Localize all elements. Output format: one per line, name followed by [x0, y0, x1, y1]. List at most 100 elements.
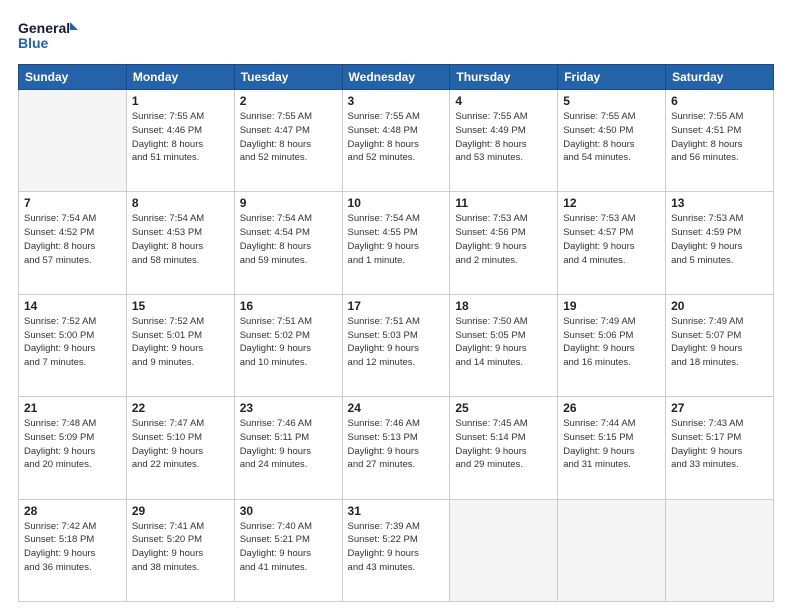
- calendar-cell: 22 Sunrise: 7:47 AM Sunset: 5:10 PM Dayli…: [126, 397, 234, 499]
- logo-svg: General Blue: [18, 18, 78, 54]
- day-info: Sunrise: 7:43 AM Sunset: 5:17 PM Dayligh…: [671, 417, 768, 472]
- day-number: 30: [240, 504, 337, 518]
- day-number: 11: [455, 196, 552, 210]
- header: General Blue: [18, 18, 774, 54]
- week-row-2: 7 Sunrise: 7:54 AM Sunset: 4:52 PM Daylig…: [19, 192, 774, 294]
- day-number: 28: [24, 504, 121, 518]
- day-number: 7: [24, 196, 121, 210]
- weekday-header-tuesday: Tuesday: [234, 65, 342, 90]
- calendar-cell: 8 Sunrise: 7:54 AM Sunset: 4:53 PM Daylig…: [126, 192, 234, 294]
- calendar-cell: [450, 499, 558, 601]
- day-info: Sunrise: 7:55 AM Sunset: 4:48 PM Dayligh…: [348, 110, 445, 165]
- day-number: 27: [671, 401, 768, 415]
- day-info: Sunrise: 7:55 AM Sunset: 4:46 PM Dayligh…: [132, 110, 229, 165]
- calendar-cell: 9 Sunrise: 7:54 AM Sunset: 4:54 PM Daylig…: [234, 192, 342, 294]
- calendar-cell: 24 Sunrise: 7:46 AM Sunset: 5:13 PM Dayli…: [342, 397, 450, 499]
- calendar-cell: 4 Sunrise: 7:55 AM Sunset: 4:49 PM Daylig…: [450, 90, 558, 192]
- calendar-cell: 17 Sunrise: 7:51 AM Sunset: 5:03 PM Dayli…: [342, 294, 450, 396]
- calendar-cell: 18Sunrise: 7:50 AM Sunset: 5:05 PM Dayli…: [450, 294, 558, 396]
- weekday-header-monday: Monday: [126, 65, 234, 90]
- calendar-cell: [19, 90, 127, 192]
- calendar-cell: 20 Sunrise: 7:49 AM Sunset: 5:07 PM Dayli…: [666, 294, 774, 396]
- day-number: 24: [348, 401, 445, 415]
- day-number: 17: [348, 299, 445, 313]
- day-info: Sunrise: 7:39 AM Sunset: 5:22 PM Dayligh…: [348, 520, 445, 575]
- day-info: Sunrise: 7:55 AM Sunset: 4:47 PM Dayligh…: [240, 110, 337, 165]
- calendar-cell: 16 Sunrise: 7:51 AM Sunset: 5:02 PM Dayli…: [234, 294, 342, 396]
- day-info: Sunrise: 7:55 AM Sunset: 4:51 PM Dayligh…: [671, 110, 768, 165]
- day-number: 16: [240, 299, 337, 313]
- day-number: 15: [132, 299, 229, 313]
- day-number: 1: [132, 94, 229, 108]
- calendar-cell: 21 Sunrise: 7:48 AM Sunset: 5:09 PM Dayli…: [19, 397, 127, 499]
- day-info: Sunrise: 7:55 AM Sunset: 4:49 PM Dayligh…: [455, 110, 552, 165]
- weekday-header-sunday: Sunday: [19, 65, 127, 90]
- weekday-header-wednesday: Wednesday: [342, 65, 450, 90]
- day-number: 10: [348, 196, 445, 210]
- calendar-page: General Blue SundayMondayTuesdayWednesda…: [0, 0, 792, 612]
- day-number: 19: [563, 299, 660, 313]
- calendar-cell: 23 Sunrise: 7:46 AM Sunset: 5:11 PM Dayli…: [234, 397, 342, 499]
- day-number: 3: [348, 94, 445, 108]
- calendar-cell: 1 Sunrise: 7:55 AM Sunset: 4:46 PM Daylig…: [126, 90, 234, 192]
- day-number: 31: [348, 504, 445, 518]
- day-info: Sunrise: 7:41 AM Sunset: 5:20 PM Dayligh…: [132, 520, 229, 575]
- calendar-cell: 12 Sunrise: 7:53 AM Sunset: 4:57 PM Dayli…: [558, 192, 666, 294]
- calendar-cell: 10 Sunrise: 7:54 AM Sunset: 4:55 PM Dayli…: [342, 192, 450, 294]
- day-info: Sunrise: 7:49 AM Sunset: 5:06 PM Dayligh…: [563, 315, 660, 370]
- day-info: Sunrise: 7:51 AM Sunset: 5:03 PM Dayligh…: [348, 315, 445, 370]
- calendar-cell: 6 Sunrise: 7:55 AM Sunset: 4:51 PM Daylig…: [666, 90, 774, 192]
- day-info: Sunrise: 7:46 AM Sunset: 5:11 PM Dayligh…: [240, 417, 337, 472]
- calendar-cell: 31 Sunrise: 7:39 AM Sunset: 5:22 PM Dayli…: [342, 499, 450, 601]
- calendar-cell: 28Sunrise: 7:42 AM Sunset: 5:18 PM Dayli…: [19, 499, 127, 601]
- day-info: Sunrise: 7:54 AM Sunset: 4:53 PM Dayligh…: [132, 212, 229, 267]
- day-number: 29: [132, 504, 229, 518]
- day-number: 6: [671, 94, 768, 108]
- weekday-header-row: SundayMondayTuesdayWednesdayThursdayFrid…: [19, 65, 774, 90]
- day-info: Sunrise: 7:40 AM Sunset: 5:21 PM Dayligh…: [240, 520, 337, 575]
- day-number: 8: [132, 196, 229, 210]
- calendar-cell: 26Sunrise: 7:44 AM Sunset: 5:15 PM Dayli…: [558, 397, 666, 499]
- week-row-4: 21 Sunrise: 7:48 AM Sunset: 5:09 PM Dayli…: [19, 397, 774, 499]
- day-number: 25: [455, 401, 552, 415]
- calendar-cell: 15 Sunrise: 7:52 AM Sunset: 5:01 PM Dayli…: [126, 294, 234, 396]
- day-number: 5: [563, 94, 660, 108]
- day-number: 18: [455, 299, 552, 313]
- day-info: Sunrise: 7:55 AM Sunset: 4:50 PM Dayligh…: [563, 110, 660, 165]
- week-row-3: 14 Sunrise: 7:52 AM Sunset: 5:00 PM Dayli…: [19, 294, 774, 396]
- day-info: Sunrise: 7:54 AM Sunset: 4:54 PM Dayligh…: [240, 212, 337, 267]
- day-number: 20: [671, 299, 768, 313]
- calendar-cell: 14 Sunrise: 7:52 AM Sunset: 5:00 PM Dayli…: [19, 294, 127, 396]
- day-number: 21: [24, 401, 121, 415]
- calendar-cell: 7 Sunrise: 7:54 AM Sunset: 4:52 PM Daylig…: [19, 192, 127, 294]
- svg-text:Blue: Blue: [18, 35, 49, 51]
- day-info: Sunrise: 7:48 AM Sunset: 5:09 PM Dayligh…: [24, 417, 121, 472]
- day-info: Sunrise: 7:54 AM Sunset: 4:55 PM Dayligh…: [348, 212, 445, 267]
- calendar-cell: 2Sunrise: 7:55 AM Sunset: 4:47 PM Daylig…: [234, 90, 342, 192]
- day-number: 14: [24, 299, 121, 313]
- day-number: 4: [455, 94, 552, 108]
- week-row-5: 28Sunrise: 7:42 AM Sunset: 5:18 PM Dayli…: [19, 499, 774, 601]
- calendar-cell: 5 Sunrise: 7:55 AM Sunset: 4:50 PM Daylig…: [558, 90, 666, 192]
- day-info: Sunrise: 7:51 AM Sunset: 5:02 PM Dayligh…: [240, 315, 337, 370]
- day-number: 23: [240, 401, 337, 415]
- day-info: Sunrise: 7:45 AM Sunset: 5:14 PM Dayligh…: [455, 417, 552, 472]
- day-info: Sunrise: 7:52 AM Sunset: 5:01 PM Dayligh…: [132, 315, 229, 370]
- calendar-cell: 11Sunrise: 7:53 AM Sunset: 4:56 PM Dayli…: [450, 192, 558, 294]
- day-info: Sunrise: 7:44 AM Sunset: 5:15 PM Dayligh…: [563, 417, 660, 472]
- day-number: 22: [132, 401, 229, 415]
- logo: General Blue: [18, 18, 78, 54]
- calendar-cell: [666, 499, 774, 601]
- day-number: 9: [240, 196, 337, 210]
- weekday-header-thursday: Thursday: [450, 65, 558, 90]
- day-info: Sunrise: 7:53 AM Sunset: 4:57 PM Dayligh…: [563, 212, 660, 267]
- calendar-cell: 25 Sunrise: 7:45 AM Sunset: 5:14 PM Dayli…: [450, 397, 558, 499]
- day-info: Sunrise: 7:49 AM Sunset: 5:07 PM Dayligh…: [671, 315, 768, 370]
- day-info: Sunrise: 7:52 AM Sunset: 5:00 PM Dayligh…: [24, 315, 121, 370]
- day-number: 12: [563, 196, 660, 210]
- calendar-cell: 3 Sunrise: 7:55 AM Sunset: 4:48 PM Daylig…: [342, 90, 450, 192]
- calendar-table: SundayMondayTuesdayWednesdayThursdayFrid…: [18, 64, 774, 602]
- day-info: Sunrise: 7:47 AM Sunset: 5:10 PM Dayligh…: [132, 417, 229, 472]
- day-info: Sunrise: 7:46 AM Sunset: 5:13 PM Dayligh…: [348, 417, 445, 472]
- day-info: Sunrise: 7:54 AM Sunset: 4:52 PM Dayligh…: [24, 212, 121, 267]
